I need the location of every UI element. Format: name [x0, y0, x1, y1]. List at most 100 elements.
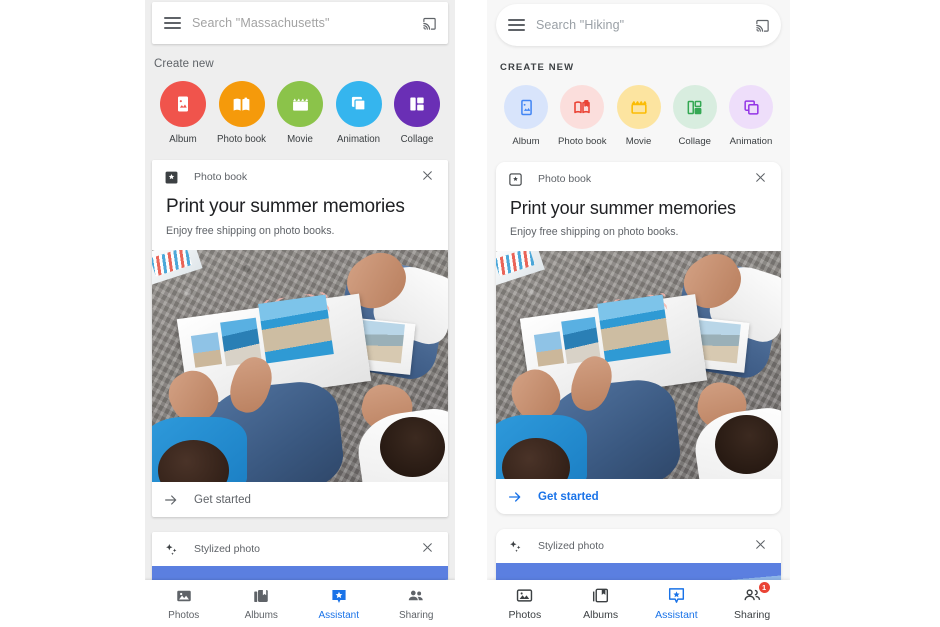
close-icon[interactable] — [421, 169, 437, 185]
create-item-movie[interactable]: Movie — [613, 85, 665, 147]
assistant-card-stylized-photo[interactable]: Stylized photo — [152, 532, 448, 580]
nav-label: Assistant — [655, 609, 698, 621]
hamburger-menu-icon[interactable] — [152, 17, 192, 29]
create-item-collage[interactable]: Collage — [391, 81, 443, 145]
nav-label: Albums — [244, 609, 278, 621]
create-item-movie[interactable]: Movie — [274, 81, 326, 145]
assistant-card-stylized-photo[interactable]: Stylized photo — [496, 529, 781, 580]
create-item-label: Photo book — [557, 136, 607, 147]
nav-item-sharing[interactable]: 1 Sharing — [714, 582, 790, 621]
photo-book-preview-image — [496, 251, 781, 479]
assistant-icon — [667, 586, 686, 605]
photos-icon — [175, 587, 193, 606]
create-new-row: Album Photo book — [500, 85, 777, 147]
bottom-navigation-bar: Photos Albums — [145, 580, 455, 627]
card-header: Photo book — [496, 162, 781, 196]
assistant-icon — [330, 587, 348, 606]
create-item-animation[interactable]: Animation — [725, 85, 777, 147]
close-icon[interactable] — [754, 538, 770, 554]
create-item-label: Movie — [625, 136, 652, 147]
search-bar[interactable]: Search "Hiking" — [496, 4, 781, 46]
card-source-label: Photo book — [194, 171, 248, 183]
collage-icon[interactable] — [672, 85, 717, 129]
create-item-label: Album — [512, 136, 540, 147]
card-header: Stylized photo — [152, 532, 448, 566]
nav-label: Photos — [508, 609, 542, 621]
card-title: Print your summer memories — [510, 198, 736, 218]
scroll-area[interactable]: Search "Hiking" CREATE NEW Album Photo b… — [487, 0, 790, 580]
arrow-right-icon — [163, 492, 181, 508]
photo-book-icon[interactable] — [560, 85, 605, 129]
card-subtitle: Enjoy free shipping on photo books. — [510, 226, 679, 238]
cast-icon[interactable] — [743, 18, 781, 33]
bottom-navigation-bar: Photos Albums — [487, 580, 790, 627]
close-icon[interactable] — [421, 541, 437, 557]
get-started-button[interactable]: Get started — [152, 482, 448, 517]
status-badge: 1 — [758, 582, 770, 593]
animation-icon[interactable] — [335, 81, 382, 127]
create-item-label: Animation — [336, 134, 381, 145]
create-item-label: Photo book — [216, 134, 266, 145]
nav-item-assistant[interactable]: Assistant — [639, 586, 715, 621]
sharing-icon — [406, 587, 426, 606]
stylized-photo-preview-image — [496, 563, 781, 580]
nav-label: Photos — [168, 609, 200, 621]
phone-screen-new-design: Search "Hiking" CREATE NEW Album Photo b… — [487, 0, 790, 627]
create-item-photo-book[interactable]: Photo book — [216, 81, 268, 145]
get-started-label: Get started — [194, 493, 251, 506]
nav-label: Assistant — [318, 609, 360, 621]
search-bar[interactable]: Search "Massachusetts" — [152, 2, 448, 44]
create-new-row: Album Photo book — [157, 81, 443, 145]
nav-item-albums[interactable]: Albums — [563, 586, 639, 621]
create-item-album[interactable]: Album — [500, 85, 552, 147]
card-subtitle: Enjoy free shipping on photo books. — [166, 225, 335, 237]
cast-icon[interactable] — [410, 16, 448, 31]
card-header: Photo book — [152, 160, 448, 194]
hamburger-menu-icon[interactable] — [496, 19, 536, 31]
assistant-card-photo-book[interactable]: Photo book Print your summer memories En… — [152, 160, 448, 517]
close-icon[interactable] — [754, 171, 770, 187]
assistant-card-icon — [163, 169, 179, 185]
album-icon[interactable] — [160, 81, 206, 127]
assistant-card-icon — [507, 171, 523, 187]
album-icon[interactable] — [504, 85, 548, 129]
photo-book-icon[interactable] — [218, 81, 265, 127]
create-item-animation[interactable]: Animation — [333, 81, 385, 145]
photos-icon — [515, 586, 534, 605]
search-input[interactable]: Search "Massachusetts" — [192, 16, 410, 30]
movie-icon[interactable] — [616, 85, 661, 129]
get-started-button[interactable]: Get started — [496, 479, 781, 514]
card-header: Stylized photo — [496, 529, 781, 563]
nav-item-albums[interactable]: Albums — [223, 587, 301, 621]
create-item-album[interactable]: Album — [157, 81, 209, 145]
search-input[interactable]: Search "Hiking" — [536, 18, 743, 32]
arrow-right-icon — [507, 489, 525, 505]
create-item-label: Collage — [400, 134, 434, 145]
photo-book-preview-image — [152, 250, 448, 482]
sharing-icon: 1 — [742, 582, 770, 605]
assistant-card-photo-book[interactable]: Photo book Print your summer memories En… — [496, 162, 781, 514]
create-item-photo-book[interactable]: Photo book — [556, 85, 608, 147]
card-title: Print your summer memories — [166, 196, 405, 217]
nav-item-sharing[interactable]: Sharing — [378, 587, 456, 621]
nav-item-assistant[interactable]: Assistant — [300, 587, 378, 621]
albums-icon — [252, 587, 270, 606]
create-item-collage[interactable]: Collage — [669, 85, 721, 147]
movie-icon[interactable] — [277, 81, 323, 127]
albums-icon — [591, 586, 610, 605]
animation-icon[interactable] — [729, 85, 773, 129]
nav-item-photos[interactable]: Photos — [487, 586, 563, 621]
scroll-area[interactable]: Search "Massachusetts" Create new Album … — [145, 0, 455, 580]
stylized-photo-preview-image — [152, 566, 448, 580]
card-source-label: Stylized photo — [538, 540, 604, 552]
create-item-label: Animation — [729, 136, 773, 147]
create-new-title: CREATE NEW — [500, 62, 575, 73]
collage-icon[interactable] — [394, 81, 440, 127]
create-item-label: Movie — [287, 134, 313, 145]
nav-item-photos[interactable]: Photos — [145, 587, 223, 621]
nav-label: Sharing — [734, 609, 771, 621]
get-started-label: Get started — [538, 490, 599, 503]
create-item-label: Album — [169, 134, 197, 145]
create-item-label: Collage — [678, 136, 712, 147]
comparison-stage: Search "Massachusetts" Create new Album … — [0, 0, 940, 627]
